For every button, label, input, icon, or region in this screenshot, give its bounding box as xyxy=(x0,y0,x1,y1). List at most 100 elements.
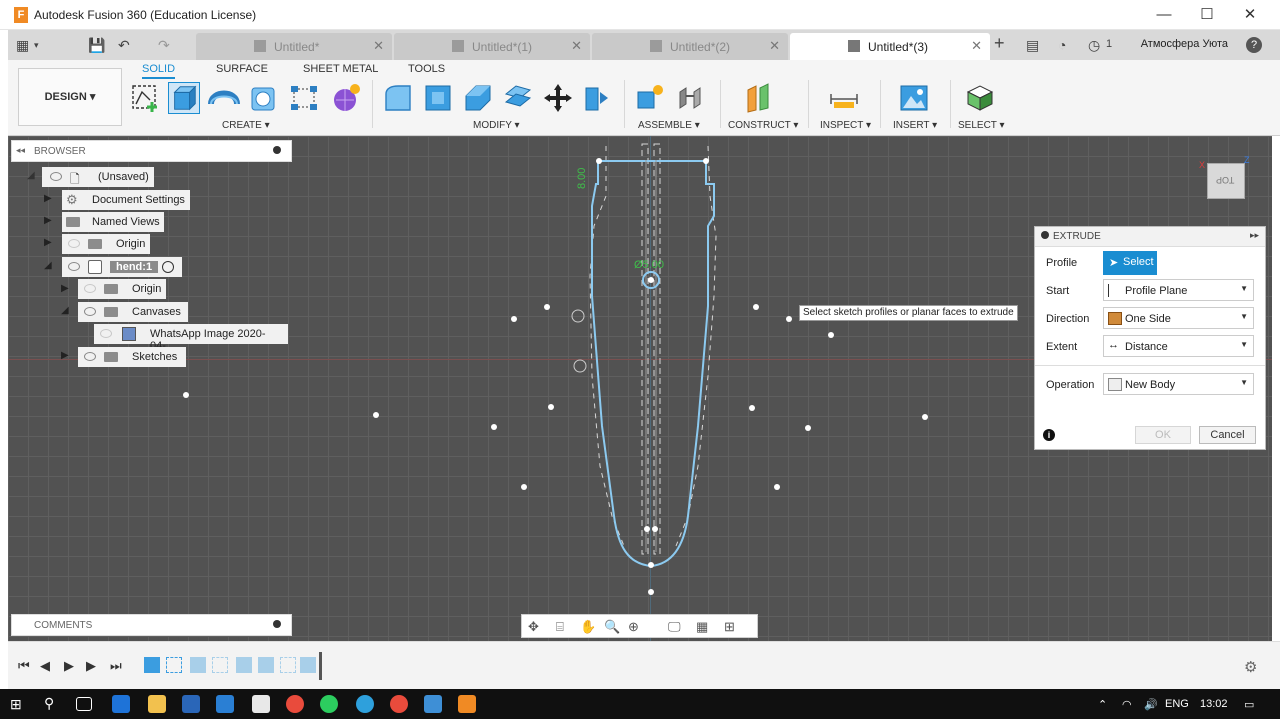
timeline-canvas-feature[interactable] xyxy=(258,657,274,673)
joint-icon[interactable] xyxy=(674,82,706,114)
select-tool-icon[interactable] xyxy=(964,82,996,114)
align-icon[interactable] xyxy=(582,82,614,114)
group-insert[interactable]: INSERT ▾ xyxy=(893,120,937,131)
expand-triangle-icon[interactable]: ▶ xyxy=(44,193,52,204)
sketch-point[interactable] xyxy=(922,414,928,420)
notifications-icon[interactable]: ▭ xyxy=(1244,698,1254,711)
timeline-canvas-feature[interactable] xyxy=(300,657,316,673)
go-to-end-icon[interactable]: ⏭ xyxy=(110,658,122,674)
fillet-icon[interactable] xyxy=(422,82,454,114)
group-modify[interactable]: MODIFY ▾ xyxy=(473,120,520,131)
press-pull-icon[interactable] xyxy=(382,82,414,114)
expand-triangle-icon[interactable]: ▶ xyxy=(44,215,52,226)
pan-hand-icon[interactable]: ✋ xyxy=(580,619,596,635)
timeline-canvas-feature[interactable] xyxy=(144,657,160,673)
task-view-icon[interactable] xyxy=(76,697,92,711)
sketch-point[interactable] xyxy=(183,392,189,398)
group-create[interactable]: CREATE ▾ xyxy=(222,120,270,131)
expand-triangle-icon[interactable]: ▶ xyxy=(44,237,52,248)
browser-node-sketches[interactable]: Sketches xyxy=(78,347,186,367)
expand-triangle-icon[interactable]: ▶ xyxy=(61,350,69,361)
orbit-icon[interactable]: ✥ xyxy=(528,619,539,635)
offset-plane-icon[interactable] xyxy=(744,82,776,114)
browser-node-root[interactable]: 🗋 (Unsaved) xyxy=(42,167,154,187)
visibility-eye-icon[interactable] xyxy=(50,172,62,181)
profile-select-button[interactable]: ➤ Select xyxy=(1103,251,1157,275)
data-panel-dropdown-icon[interactable]: ▾ xyxy=(34,40,39,51)
play-icon[interactable]: ▶ xyxy=(64,658,74,674)
cancel-button[interactable]: Cancel xyxy=(1199,426,1256,444)
sketch-point[interactable] xyxy=(828,332,834,338)
sketch-point[interactable] xyxy=(373,412,379,418)
sketch-point[interactable] xyxy=(749,405,755,411)
group-construct[interactable]: CONSTRUCT ▾ xyxy=(728,120,798,131)
ok-button[interactable]: OK xyxy=(1135,426,1191,444)
tab-untitled-3[interactable]: Untitled*(3) ✕ xyxy=(790,33,990,60)
tab-close-icon[interactable]: ✕ xyxy=(769,38,780,54)
chamfer-icon[interactable] xyxy=(462,82,494,114)
browser-node-component-origin[interactable]: Origin xyxy=(78,279,166,299)
visibility-eye-icon[interactable] xyxy=(84,352,96,361)
new-tab-button[interactable]: + xyxy=(994,33,1005,54)
expand-dialog-icon[interactable]: ▸▸ xyxy=(1250,230,1259,241)
user-account-name[interactable]: Атмосфера Уюта xyxy=(1141,38,1228,50)
expand-triangle-icon[interactable]: ◢ xyxy=(44,260,52,271)
sketch-point[interactable] xyxy=(786,316,792,322)
job-status-icon[interactable]: ◷ xyxy=(1088,37,1100,54)
visibility-eye-icon[interactable] xyxy=(68,262,80,271)
browser-panel-header[interactable]: ◂◂ BROWSER xyxy=(11,140,292,162)
insert-image-icon[interactable] xyxy=(898,82,930,114)
sketch-point[interactable] xyxy=(544,304,550,310)
tab-sheet-metal[interactable]: SHEET METAL xyxy=(303,63,378,75)
clock-time[interactable]: 13:02 xyxy=(1200,698,1228,710)
panel-options-icon[interactable] xyxy=(273,620,281,628)
group-select[interactable]: SELECT ▾ xyxy=(958,120,1005,131)
mail-icon[interactable] xyxy=(216,695,234,713)
comments-panel-header[interactable]: COMMENTS xyxy=(11,614,292,636)
view-cube[interactable]: TOP xyxy=(1207,163,1245,199)
pattern-icon[interactable] xyxy=(288,82,320,114)
look-at-icon[interactable]: ⌸ xyxy=(556,619,564,635)
extrude-icon[interactable] xyxy=(168,82,200,114)
sketch-point[interactable] xyxy=(491,424,497,430)
visibility-eye-icon[interactable] xyxy=(84,307,96,316)
start-dropdown[interactable]: Profile Plane ▼ xyxy=(1103,279,1254,301)
close-window-button[interactable]: ✕ xyxy=(1230,4,1270,26)
timeline-settings-gear-icon[interactable]: ⚙ xyxy=(1244,658,1257,676)
timeline-canvas-feature[interactable] xyxy=(236,657,252,673)
browser-node-component[interactable]: hend:1 xyxy=(62,257,182,277)
wifi-icon[interactable]: ◠ xyxy=(1122,698,1132,711)
sketch-point[interactable] xyxy=(521,484,527,490)
info-icon[interactable]: i xyxy=(1043,429,1055,441)
fusion-taskbar-icon[interactable] xyxy=(458,695,476,713)
sketch-point[interactable] xyxy=(774,484,780,490)
edge-browser-icon[interactable] xyxy=(112,695,130,713)
telegram-icon[interactable] xyxy=(356,695,374,713)
chrome-icon[interactable] xyxy=(286,695,304,713)
extrude-dialog-header[interactable]: EXTRUDE ▸▸ xyxy=(1035,227,1265,247)
redo-icon[interactable]: ↷ xyxy=(158,37,170,54)
display-settings-icon[interactable]: 🖵 xyxy=(668,619,681,635)
whatsapp-icon[interactable] xyxy=(320,695,338,713)
timeline-marker[interactable] xyxy=(319,652,322,680)
tab-surface[interactable]: SURFACE xyxy=(216,63,268,75)
visibility-eye-icon[interactable] xyxy=(100,329,112,338)
sketch-point[interactable] xyxy=(753,304,759,310)
browser-node-named-views[interactable]: Named Views xyxy=(62,212,164,232)
sketch-point[interactable] xyxy=(548,404,554,410)
visibility-eye-icon[interactable] xyxy=(84,284,96,293)
maximize-button[interactable]: ☐ xyxy=(1187,4,1227,26)
extent-dropdown[interactable]: ↔ Distance ▼ xyxy=(1103,335,1254,357)
revolve-icon[interactable] xyxy=(208,82,240,114)
comments-icon[interactable]: ▤ xyxy=(1026,37,1039,54)
tab-close-icon[interactable]: ✕ xyxy=(571,38,582,54)
timeline-sketch-feature[interactable] xyxy=(212,657,228,673)
direction-dropdown[interactable]: One Side ▼ xyxy=(1103,307,1254,329)
tab-untitled-2[interactable]: Untitled*(2) ✕ xyxy=(592,33,788,60)
move-copy-icon[interactable] xyxy=(542,82,574,114)
collapse-panel-icon[interactable]: ◂◂ xyxy=(16,145,25,156)
timeline-sketch-feature[interactable] xyxy=(166,657,182,673)
save-icon[interactable]: 💾 xyxy=(88,37,105,54)
activate-radio-icon[interactable] xyxy=(162,261,174,273)
help-icon[interactable]: ? xyxy=(1246,37,1262,53)
